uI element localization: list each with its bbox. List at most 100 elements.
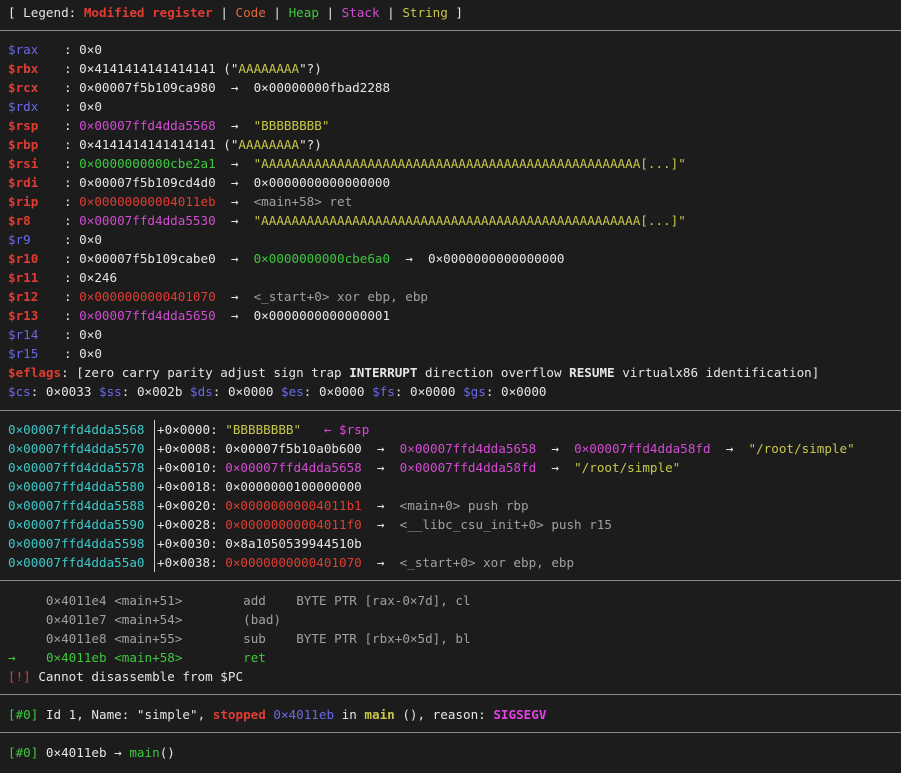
stack-address: 0×00007ffd4dda5590 bbox=[8, 517, 145, 532]
register-value: 0×0 bbox=[79, 346, 102, 361]
stack-address: 0×00007ffd4dda5588 bbox=[8, 498, 145, 513]
stack-address: 0×00007ffd4dda55a0 bbox=[8, 555, 145, 570]
register-value: 0×0000000000401070 bbox=[79, 289, 216, 304]
register-colon: : bbox=[64, 99, 80, 114]
register-value-annotation: (" bbox=[215, 137, 239, 152]
stack-address: 0×00007ffd4dda5568 bbox=[8, 422, 145, 437]
stack-column-divider bbox=[154, 553, 155, 572]
register-value: 0×0 bbox=[79, 327, 102, 342]
register-colon: : bbox=[64, 118, 80, 133]
thread-tag: [#0] bbox=[8, 707, 39, 722]
code-mnemonic: (bad) bbox=[243, 612, 282, 627]
segment-name: $ss bbox=[99, 384, 122, 399]
register-name: $rdi bbox=[8, 175, 39, 190]
stack-column-divider bbox=[154, 515, 155, 534]
error-tag: [!] bbox=[8, 669, 31, 684]
register-colon: : bbox=[64, 42, 80, 57]
stack-section-divider bbox=[0, 410, 901, 411]
code-mnemonic: sub bbox=[243, 631, 266, 646]
stack-offset: +0×0018: bbox=[157, 479, 226, 494]
stack-value: 0×00007f5b10a0b600 bbox=[225, 441, 362, 456]
register-colon: : bbox=[212, 384, 228, 399]
stack-column-divider bbox=[154, 458, 155, 477]
code-symbol: <main+55> bbox=[114, 631, 183, 646]
stack-column-divider bbox=[154, 477, 155, 496]
register-name: $r15 bbox=[8, 346, 39, 361]
code-operands: BYTE PTR [rax-0×7d], cl bbox=[296, 593, 471, 608]
code-symbol: <main+58> bbox=[114, 650, 183, 665]
register-colon: : bbox=[64, 194, 80, 209]
stack-row: 0×00007ffd4dda55a0 +0×0038: 0×00000000004… bbox=[8, 553, 574, 572]
register-value-annotation: "?) bbox=[299, 61, 322, 76]
stack-symbol: <_start+0> xor ebp, ebp bbox=[399, 555, 575, 570]
register-name: $r8 bbox=[8, 213, 31, 228]
arrow-icon: → bbox=[376, 460, 385, 475]
code-symbol: <main+54> bbox=[114, 612, 183, 627]
legend-heap: Heap bbox=[288, 5, 319, 20]
arrow-icon: → bbox=[376, 498, 385, 513]
stack-value: 0×0000000100000000 bbox=[225, 479, 362, 494]
register-colon: : bbox=[64, 289, 80, 304]
arrow-icon: → bbox=[230, 80, 239, 95]
register-value-annotation: (" bbox=[215, 61, 239, 76]
register-colon: : bbox=[64, 251, 80, 266]
register-value: 0×4141414141414141 bbox=[79, 137, 216, 152]
trace-info: 0×4011eb → bbox=[38, 745, 130, 760]
register-deref: 0×0000000000cbe6a0 bbox=[253, 251, 391, 266]
register-colon: : bbox=[64, 308, 80, 323]
eflags-flag-interrupt: INTERRUPT bbox=[349, 365, 418, 380]
stack-string: "/root/simple" bbox=[574, 460, 681, 475]
trace-function: main bbox=[129, 745, 160, 760]
register-name: $r9 bbox=[8, 232, 31, 247]
segment-value: 0×0000 bbox=[227, 384, 274, 399]
register-row-r13: $r13: 0×00007ffd4dda5650 → 0×00000000000… bbox=[8, 306, 390, 325]
arrow-icon: → bbox=[230, 308, 239, 323]
register-deref: <main+58> ret bbox=[253, 194, 353, 209]
stack-symbol: <__libc_csu_init+0> push r15 bbox=[399, 517, 612, 532]
stack-row: 0×00007ffd4dda5588 +0×0020: 0×00000000004… bbox=[8, 496, 529, 515]
register-colon: : bbox=[64, 327, 80, 342]
legend-separator: | bbox=[265, 5, 289, 20]
register-colon: : bbox=[64, 80, 80, 95]
legend-separator: | bbox=[212, 5, 236, 20]
stack-offset: +0×0020: bbox=[157, 498, 226, 513]
registers-section-divider bbox=[0, 30, 901, 31]
stack-string: "/root/simple" bbox=[748, 441, 855, 456]
register-deref: 0×00000000fbad2288 bbox=[253, 80, 391, 95]
stack-column-divider bbox=[154, 420, 155, 439]
arrow-icon: → bbox=[230, 156, 239, 171]
register-row-r14: $r14: 0×0 bbox=[8, 325, 102, 344]
register-value-annotation: "?) bbox=[299, 137, 322, 152]
trace-tag: [#0] bbox=[8, 745, 39, 760]
threads-section-divider bbox=[0, 694, 901, 695]
stack-address: 0×00007ffd4dda5570 bbox=[8, 441, 145, 456]
legend-suffix: ] bbox=[447, 5, 464, 20]
code-address: 0×4011e4 bbox=[45, 593, 107, 608]
stack-value: 0×00000000004011f0 bbox=[225, 517, 362, 532]
eflags-flags: [zero carry parity adjust sign trap bbox=[76, 365, 350, 380]
segment-name: $fs bbox=[372, 384, 395, 399]
thread-state: stopped bbox=[212, 707, 266, 722]
register-colon: : bbox=[30, 384, 46, 399]
stack-deref: 0×00007ffd4dda5658 bbox=[399, 441, 537, 456]
segment-name: $gs bbox=[463, 384, 486, 399]
trace-line: [#0] 0×4011eb → main() bbox=[8, 743, 175, 762]
eflags-row: $eflags: [zero carry parity adjust sign … bbox=[8, 363, 819, 382]
segment-value: 0×0000 bbox=[318, 384, 365, 399]
register-row-r9: $r9: 0×0 bbox=[8, 230, 102, 249]
register-row-rax: $rax: 0×0 bbox=[8, 40, 102, 59]
register-colon: : bbox=[64, 175, 80, 190]
register-name: $rbx bbox=[8, 61, 39, 76]
register-row-r10: $r10: 0×00007f5b109cabe0 → 0×0000000000c… bbox=[8, 249, 565, 268]
eflags-flag-resume: RESUME bbox=[569, 365, 615, 380]
register-colon: : bbox=[64, 61, 80, 76]
register-deref: 0×0000000000000001 bbox=[253, 308, 391, 323]
register-value: 0×00007ffd4dda5568 bbox=[79, 118, 216, 133]
arrow-icon: → bbox=[230, 118, 239, 133]
register-name: $rsp bbox=[8, 118, 39, 133]
stack-column-divider bbox=[154, 496, 155, 515]
arrow-icon: → bbox=[230, 251, 239, 266]
register-row-r8: $r8: 0×00007ffd4dda5530 → "AAAAAAAAAAAAA… bbox=[8, 211, 686, 230]
register-name: $rbp bbox=[8, 137, 39, 152]
legend-separator: | bbox=[379, 5, 403, 20]
